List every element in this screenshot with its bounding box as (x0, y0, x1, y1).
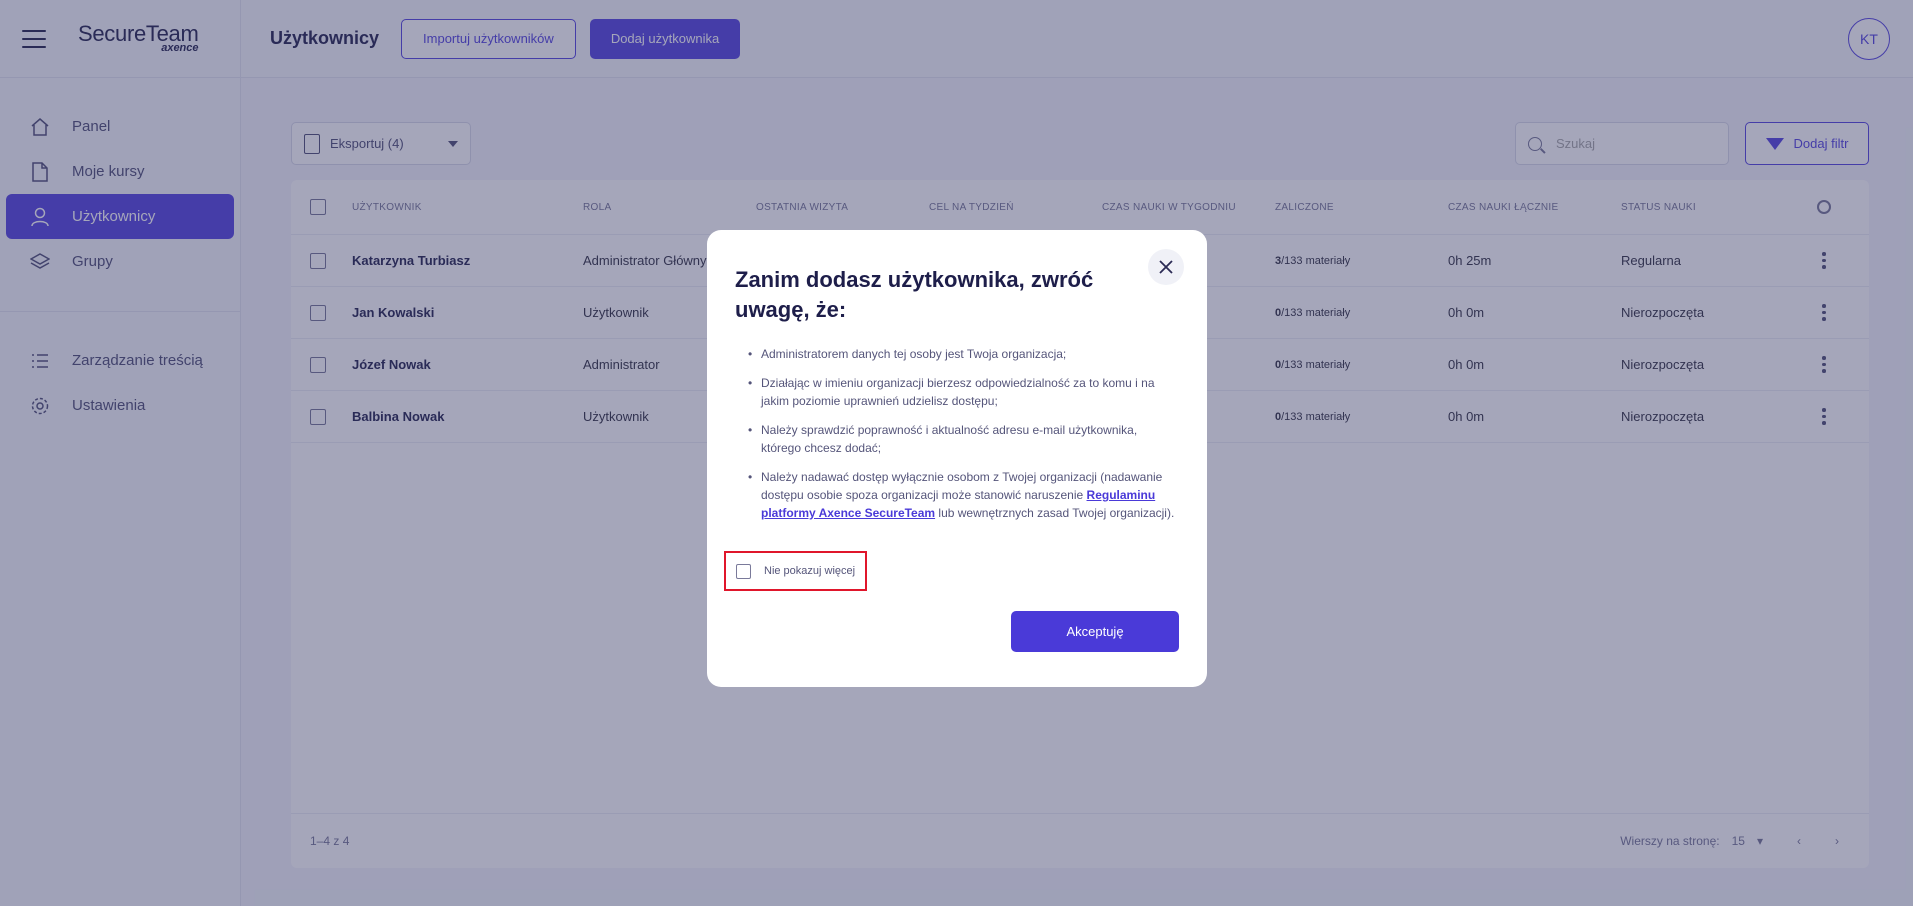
list-item: Administratorem danych tej osoby jest Tw… (735, 345, 1179, 363)
dont-show-again-label: Nie pokazuj więcej (764, 565, 856, 577)
accept-button[interactable]: Akceptuję (1011, 611, 1179, 652)
close-icon (1159, 260, 1173, 274)
list-item: Działając w imieniu organizacji bierzesz… (735, 374, 1179, 410)
add-user-warning-dialog: Zanim dodasz użytkownika, zwróć uwagę, ż… (707, 230, 1207, 687)
checkbox[interactable] (736, 563, 751, 579)
list-item: Należy sprawdzić poprawność i aktualność… (735, 421, 1179, 457)
dialog-title: Zanim dodasz użytkownika, zwróć uwagę, ż… (735, 267, 1094, 322)
dont-show-again-checkbox[interactable]: Nie pokazuj więcej (724, 551, 867, 591)
close-button[interactable] (1148, 249, 1184, 285)
list-item: Należy nadawać dostęp wyłącznie osobom z… (735, 468, 1179, 522)
dialog-bullets: Administratorem danych tej osoby jest Tw… (735, 345, 1179, 522)
